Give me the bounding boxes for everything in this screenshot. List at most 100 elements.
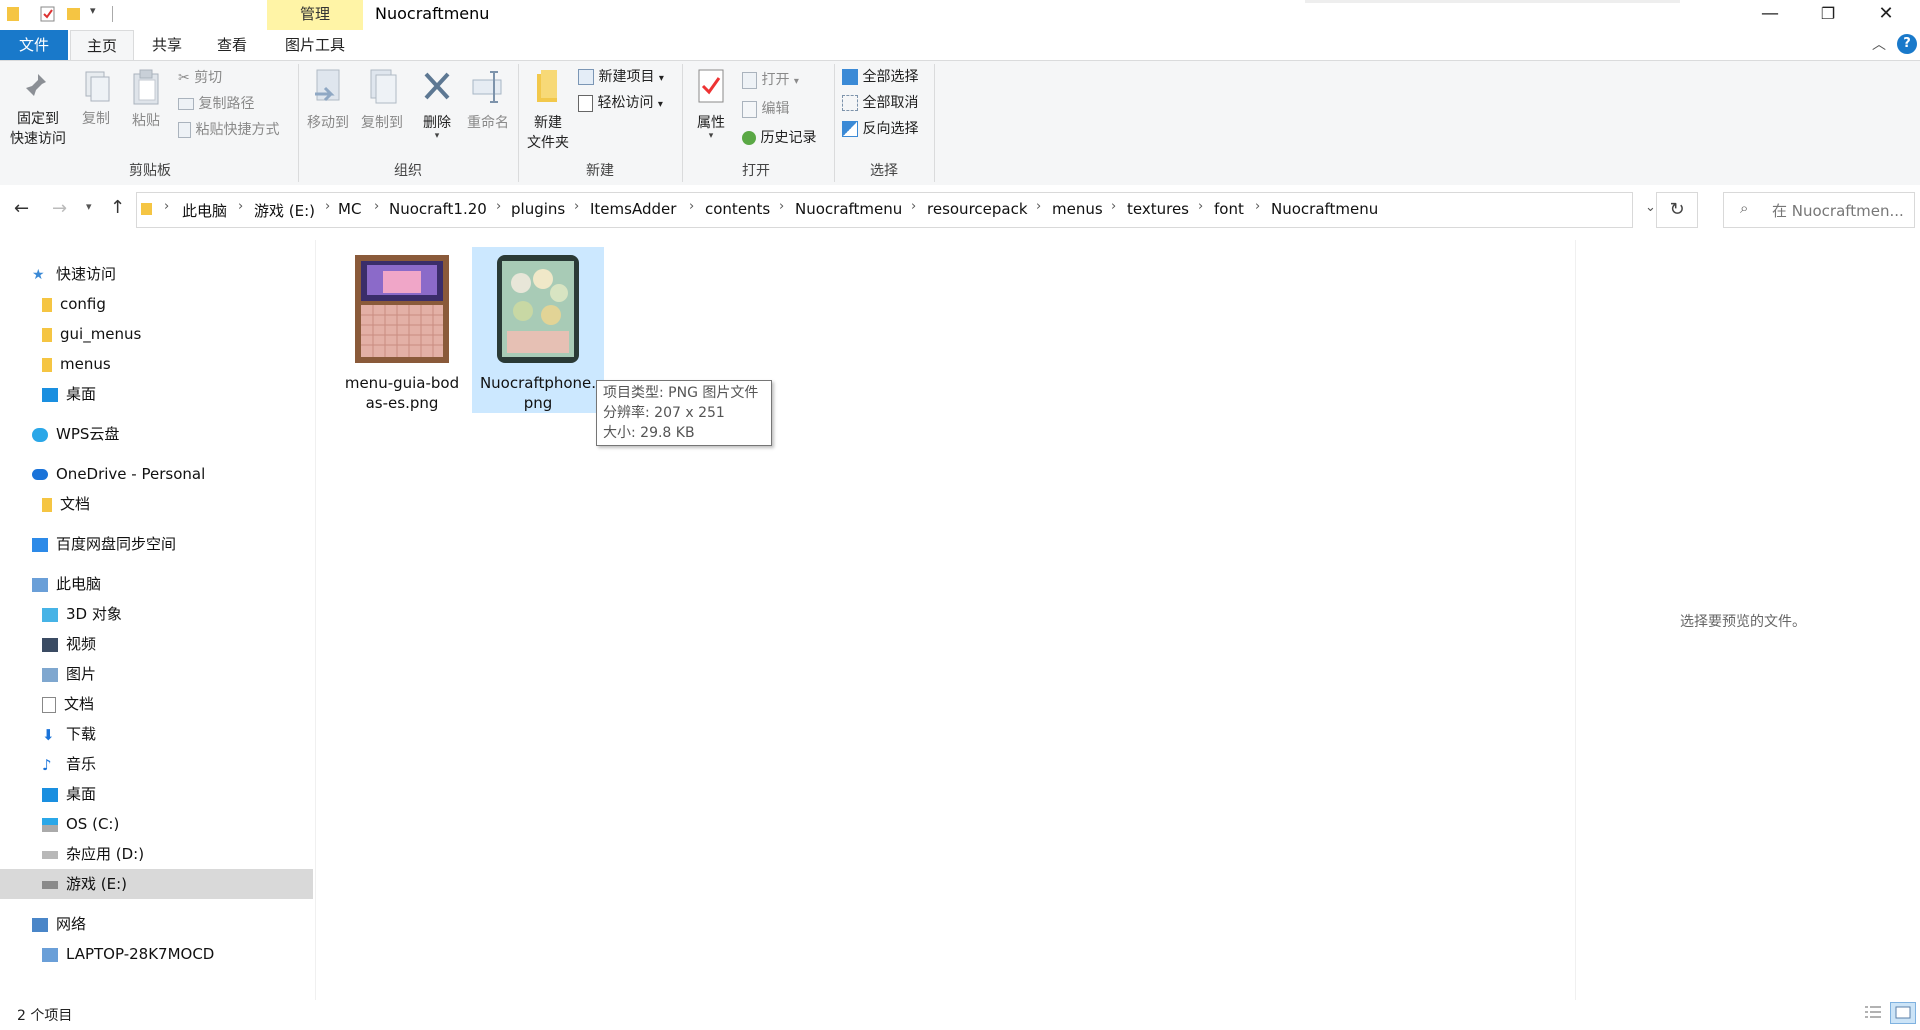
delete-button[interactable]: 删除 ▾: [416, 68, 458, 141]
history-button[interactable]: 历史记录: [742, 127, 816, 149]
breadcrumb-separator[interactable]: ›: [1036, 199, 1041, 214]
breadcrumb-separator[interactable]: ›: [1111, 199, 1116, 214]
nav-documents[interactable]: 文档: [0, 689, 313, 719]
open-button[interactable]: 打开 ▾: [742, 69, 799, 91]
nav-drive-d[interactable]: 杂应用 (D:): [0, 839, 313, 869]
close-button[interactable]: ✕: [1857, 0, 1915, 28]
breadcrumb-separator[interactable]: ›: [689, 199, 694, 214]
large-icons-view-icon[interactable]: [1890, 1002, 1916, 1024]
properties-dropdown-icon[interactable]: ▾: [688, 132, 734, 141]
breadcrumb-item[interactable]: menus: [1052, 200, 1103, 218]
breadcrumb-item[interactable]: ItemsAdder: [590, 200, 676, 218]
select-all-button[interactable]: 全部选择: [842, 66, 918, 88]
new-folder-quick-icon[interactable]: [66, 5, 82, 27]
manage-contextual-tab[interactable]: 管理: [267, 0, 363, 30]
breadcrumb-item[interactable]: resourcepack: [927, 200, 1028, 218]
back-button[interactable]: ←: [14, 198, 29, 219]
up-button[interactable]: ↑: [110, 197, 125, 218]
address-history-dropdown[interactable]: ⌄: [1645, 200, 1656, 215]
nav-network[interactable]: 网络: [0, 909, 313, 939]
edit-button[interactable]: 编辑: [742, 98, 789, 120]
breadcrumb-separator[interactable]: ›: [325, 199, 330, 214]
search-box[interactable]: ⌕ 在 Nuocraftmen...: [1723, 192, 1915, 228]
tab-picture-tools[interactable]: 图片工具: [270, 30, 360, 60]
nav-onedrive-docs[interactable]: 文档: [0, 489, 313, 519]
nav-downloads[interactable]: ⬇ 下载: [0, 719, 313, 749]
quick-access-toolbar-dropdown[interactable]: ▾: [90, 4, 96, 17]
new-item-button[interactable]: 新建项目 ▾: [578, 66, 664, 88]
network-icon: [32, 917, 48, 932]
refresh-button[interactable]: ↻: [1656, 192, 1698, 228]
nav-desktop[interactable]: 桌面: [0, 379, 313, 409]
nav-this-pc[interactable]: 此电脑: [0, 569, 313, 599]
breadcrumb-item[interactable]: contents: [705, 200, 770, 218]
breadcrumb-item[interactable]: textures: [1127, 200, 1189, 218]
breadcrumb-item[interactable]: plugins: [511, 200, 565, 218]
breadcrumb-item[interactable]: font: [1214, 200, 1244, 218]
tab-file[interactable]: 文件: [0, 30, 68, 60]
breadcrumb-item[interactable]: 此电脑: [182, 200, 227, 221]
tab-view[interactable]: 查看: [202, 30, 262, 60]
nav-music[interactable]: ♪ 音乐: [0, 749, 313, 779]
nav-drive-c[interactable]: OS (C:): [0, 809, 313, 839]
breadcrumb-item[interactable]: 游戏 (E:): [254, 200, 315, 221]
nav-gui-menus[interactable]: gui_menus: [0, 319, 313, 349]
nav-pictures[interactable]: 图片: [0, 659, 313, 689]
move-to-button[interactable]: 移动到: [302, 68, 354, 132]
details-view-icon[interactable]: [1864, 1005, 1882, 1019]
easy-access-button[interactable]: 轻松访问 ▾: [578, 92, 663, 114]
paste-shortcut-button[interactable]: 粘贴快捷方式: [178, 119, 279, 141]
nav-menus[interactable]: menus: [0, 349, 313, 379]
recent-locations-dropdown[interactable]: ▾: [86, 200, 92, 213]
nav-videos[interactable]: 视频: [0, 629, 313, 659]
rename-button[interactable]: 重命名: [462, 68, 514, 132]
nav-desktop-pc[interactable]: 桌面: [0, 779, 313, 809]
pin-quick-access-button[interactable]: 固定到 快速访问: [4, 70, 72, 148]
breadcrumb-separator[interactable]: ›: [1255, 199, 1260, 214]
breadcrumb-separator[interactable]: ›: [238, 199, 243, 214]
nav-laptop[interactable]: LAPTOP-28K7MOCD: [0, 939, 313, 969]
tab-share[interactable]: 共享: [138, 30, 196, 60]
breadcrumb-separator[interactable]: ›: [1198, 199, 1203, 214]
file-item[interactable]: menu-guia-bod as-es.png: [340, 247, 464, 413]
nav-baidu-sync[interactable]: 百度网盘同步空间: [0, 529, 313, 559]
copy-to-button[interactable]: 复制到: [356, 68, 408, 132]
breadcrumb-separator[interactable]: ›: [779, 199, 784, 214]
nav-pane-divider[interactable]: [315, 240, 316, 1000]
group-separator: [518, 64, 519, 182]
properties-quick-icon[interactable]: [40, 5, 56, 27]
copy-path-button[interactable]: 复制路径: [178, 93, 254, 115]
forward-button[interactable]: →: [52, 198, 67, 219]
breadcrumb-separator[interactable]: ›: [374, 199, 379, 214]
copy-button[interactable]: 复制: [76, 70, 116, 128]
cut-button[interactable]: ✂ 剪切: [178, 67, 222, 89]
nav-quick-access[interactable]: ★ 快速访问: [0, 259, 313, 289]
restore-button[interactable]: ❐: [1799, 0, 1857, 28]
nav-onedrive[interactable]: OneDrive - Personal: [0, 459, 313, 489]
breadcrumb-item[interactable]: Nuocraftmenu: [1271, 200, 1378, 218]
breadcrumb-separator[interactable]: ›: [164, 199, 169, 214]
nav-drive-e[interactable]: 游戏 (E:): [0, 869, 313, 899]
nav-3d-objects[interactable]: 3D 对象: [0, 599, 313, 629]
nav-config[interactable]: config: [0, 289, 313, 319]
breadcrumb-separator[interactable]: ›: [496, 199, 501, 214]
minimize-button[interactable]: —: [1741, 0, 1799, 28]
paste-button[interactable]: 粘贴: [126, 68, 166, 130]
properties-button[interactable]: 属性 ▾: [688, 68, 734, 141]
breadcrumb-separator[interactable]: ›: [911, 199, 916, 214]
delete-dropdown-icon[interactable]: ▾: [416, 132, 458, 141]
nav-wps-cloud[interactable]: WPS云盘: [0, 419, 313, 449]
breadcrumb-item[interactable]: MC: [338, 200, 361, 218]
new-folder-button[interactable]: 新建 文件夹: [522, 68, 574, 152]
help-icon[interactable]: ?: [1897, 34, 1917, 54]
tab-home[interactable]: 主页: [70, 30, 134, 60]
breadcrumb-item[interactable]: Nuocraftmenu: [795, 200, 902, 218]
collapse-ribbon-icon[interactable]: ︿: [1872, 34, 1886, 54]
select-none-button[interactable]: 全部取消: [842, 92, 918, 114]
file-item-selected[interactable]: Nuocraftphone. png: [472, 247, 604, 413]
preview-pane-divider[interactable]: [1575, 240, 1576, 1000]
breadcrumb-item[interactable]: Nuocraft1.20: [389, 200, 487, 218]
breadcrumb-separator[interactable]: ›: [574, 199, 579, 214]
image-thumbnail: [497, 255, 579, 363]
invert-selection-button[interactable]: 反向选择: [842, 118, 918, 140]
